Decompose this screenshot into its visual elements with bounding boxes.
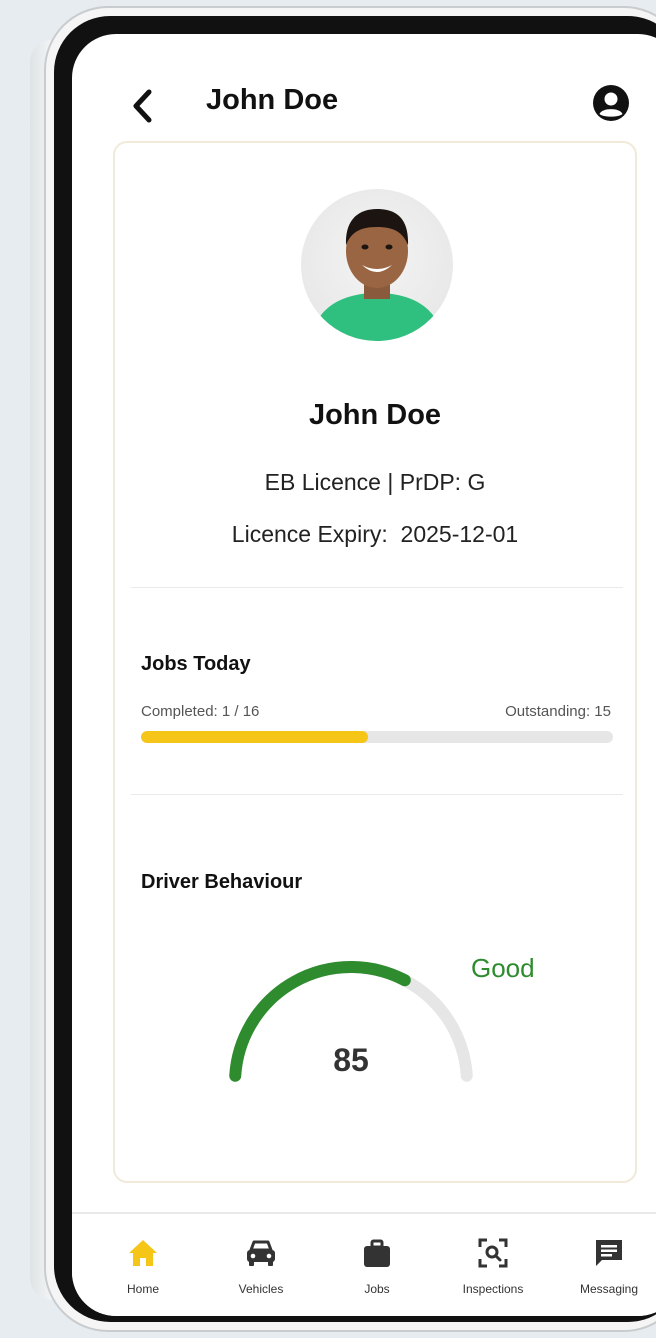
licence-expiry: Licence Expiry: 2025-12-01: [231, 521, 519, 547]
app-screen: John Doe John Doe EB Licence | PrDP: G L…: [72, 34, 656, 1316]
nav-item-jobs[interactable]: Jobs: [322, 1234, 432, 1296]
page-title: John Doe: [206, 84, 339, 116]
home-icon: [129, 1240, 157, 1266]
nav-label-inspections: Inspections: [462, 1282, 524, 1296]
divider: [131, 587, 623, 588]
driver-photo: [311, 209, 443, 341]
scan-icon: [478, 1238, 508, 1268]
licence-info: EB Licence | PrDP: G: [264, 469, 486, 495]
completed-label: Completed: 1 / 16: [141, 703, 260, 720]
back-button[interactable]: [128, 86, 156, 126]
behaviour-gauge: 85: [229, 961, 473, 1082]
nav-item-vehicles[interactable]: Vehicles: [206, 1234, 316, 1296]
gauge-fill: [229, 961, 411, 1082]
gauge-score: 85: [333, 1042, 369, 1078]
user-circle-icon: [593, 85, 629, 121]
nav-label-messaging: Messaging: [579, 1282, 639, 1296]
phone-bezel: John Doe John Doe EB Licence | PrDP: G L…: [54, 16, 656, 1322]
nav-item-messaging[interactable]: Messaging: [554, 1234, 656, 1296]
briefcase-icon: [364, 1239, 390, 1267]
phone-frame: John Doe John Doe EB Licence | PrDP: G L…: [46, 8, 656, 1330]
car-icon: [247, 1240, 275, 1266]
message-icon: [596, 1240, 622, 1266]
chevron-left-icon: [133, 89, 152, 123]
avatar: [301, 189, 453, 341]
profile-button[interactable]: [592, 84, 630, 122]
nav-label-jobs: Jobs: [364, 1282, 390, 1296]
outstanding-label: Outstanding: 15: [505, 703, 611, 720]
nav-label-vehicles: Vehicles: [238, 1282, 284, 1296]
jobs-today-title: Jobs Today: [141, 653, 251, 675]
nav-item-home[interactable]: Home: [88, 1234, 198, 1296]
driver-behaviour-title: Driver Behaviour: [141, 871, 303, 893]
divider: [131, 794, 623, 795]
nav-label-home: Home: [126, 1282, 159, 1296]
bottom-navigation: Home Vehicles Jobs Inspections Messaging: [72, 1212, 656, 1316]
jobs-progress-fill: [141, 731, 368, 743]
jobs-progress-bar: [141, 731, 613, 743]
driver-name: John Doe: [308, 399, 442, 431]
behaviour-rating: Good: [471, 953, 535, 983]
app-header: John Doe: [72, 34, 656, 138]
nav-item-inspections[interactable]: Inspections: [438, 1234, 548, 1296]
driver-profile-card: John Doe EB Licence | PrDP: G Licence Ex…: [113, 141, 637, 1183]
